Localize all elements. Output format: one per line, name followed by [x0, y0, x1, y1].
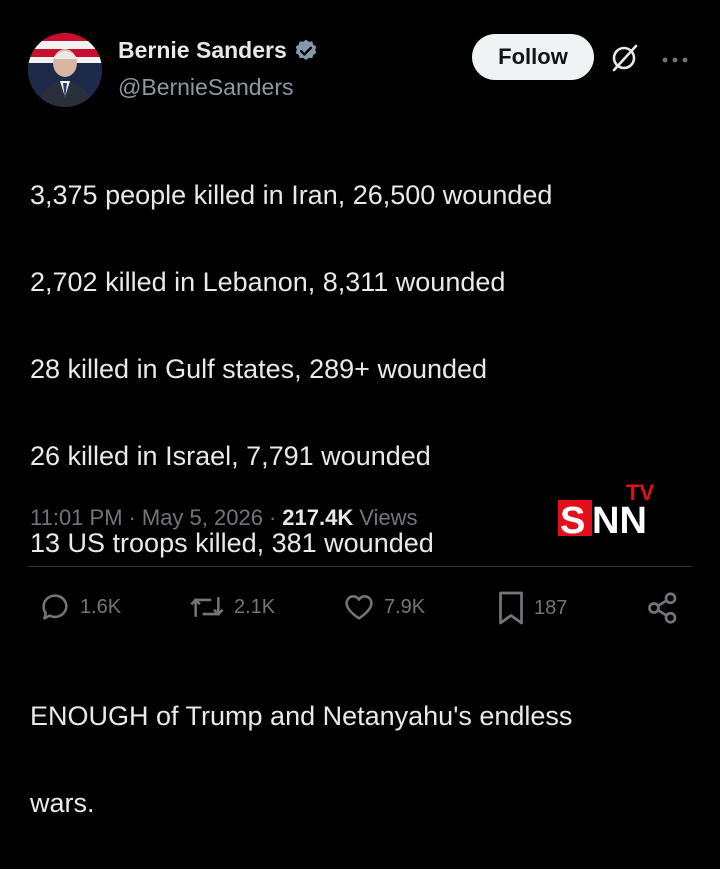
tweet-line: ENOUGH of Trump and Netanyahu's endless [30, 701, 573, 732]
meta-separator: · [128, 505, 136, 530]
bookmark-count: 187 [534, 596, 568, 619]
bookmark-button[interactable]: 187 [496, 590, 567, 626]
reply-button[interactable]: 1.6K [38, 590, 121, 624]
reply-count: 1.6K [80, 595, 122, 618]
svg-text:S: S [560, 500, 585, 540]
grok-icon[interactable] [606, 40, 642, 76]
share-button[interactable] [645, 590, 681, 626]
bookmark-icon [499, 591, 523, 625]
follow-button[interactable]: Follow [472, 34, 594, 80]
tweet-line: 26 killed in Israel, 7,791 wounded [30, 440, 431, 471]
svg-text:NN: NN [592, 500, 647, 540]
author-display-name[interactable]: Bernie Sanders [118, 37, 287, 64]
author-handle[interactable]: @BernieSanders [118, 74, 294, 101]
author-name-row[interactable]: Bernie Sanders [118, 37, 319, 64]
more-options-icon[interactable] [660, 52, 690, 63]
repost-icon [190, 597, 224, 617]
divider [28, 566, 692, 567]
verified-badge-icon [295, 39, 317, 60]
avatar[interactable] [28, 33, 102, 107]
tweet-line: wars. [30, 788, 95, 819]
tweet-line: 3,375 people killed in Iran, 26,500 woun… [30, 180, 553, 211]
avatar-image [28, 33, 102, 107]
tweet-time[interactable]: 11:01 PM [30, 505, 123, 531]
repost-count: 2.1K [234, 595, 276, 618]
views-count[interactable]: 217.4K [282, 505, 353, 531]
reply-icon [42, 594, 68, 620]
snn-tv-logo: TV S NN [556, 480, 666, 542]
tweet-line: 28 killed in Gulf states, 289+ wounded [30, 354, 488, 385]
meta-separator: · [268, 505, 277, 530]
heart-icon [345, 595, 373, 620]
views-label[interactable]: Views [359, 505, 417, 531]
tweet-meta: 11:01 PM · May 5, 2026 · 217.4K Views [30, 505, 418, 531]
like-count: 7.9K [384, 595, 426, 618]
repost-button[interactable]: 2.1K [188, 590, 275, 624]
tweet-date[interactable]: May 5, 2026 [142, 505, 263, 531]
like-button[interactable]: 7.9K [342, 590, 425, 624]
share-icon [648, 592, 677, 624]
tweet-line: 2,702 killed in Lebanon, 8,311 wounded [30, 267, 506, 298]
